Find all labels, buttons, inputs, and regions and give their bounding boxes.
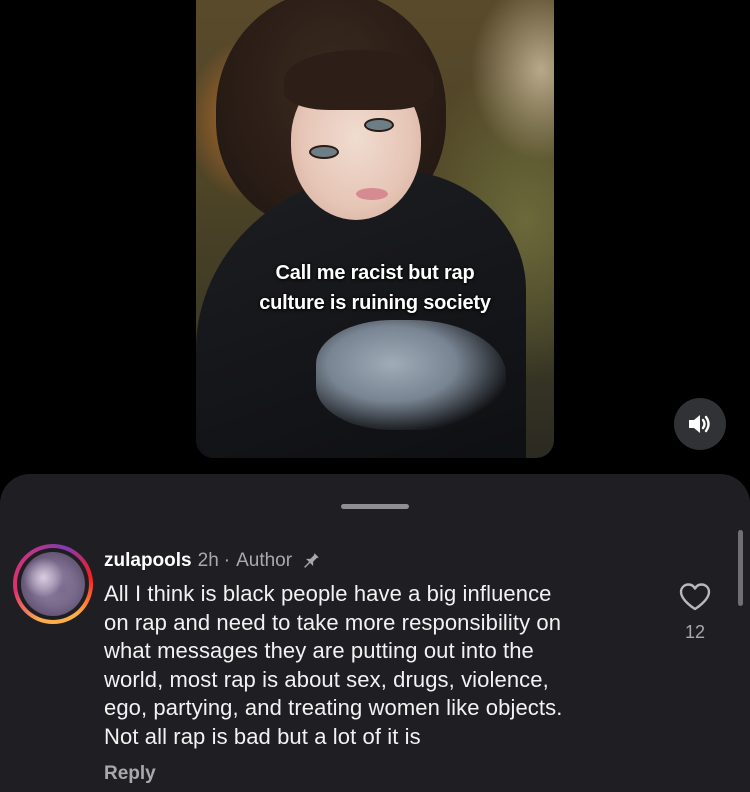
like-control: 12 xyxy=(675,582,715,643)
pin-icon xyxy=(300,550,322,572)
comments-sheet: zulapools 2h · Author All I think is bla… xyxy=(0,474,750,792)
avatar-story-ring[interactable] xyxy=(13,544,93,624)
comment-username[interactable]: zulapools xyxy=(104,548,192,574)
comment-text: All I think is black people have a big i… xyxy=(104,581,563,749)
comment-meta: zulapools 2h · Author xyxy=(104,548,664,574)
comments-scrollbar[interactable] xyxy=(738,530,743,606)
video-frame-left-eye xyxy=(309,145,339,159)
comment-timestamp: 2h xyxy=(197,550,219,571)
video-frame-lips xyxy=(356,188,388,200)
video-caption-line-2: culture is ruining society xyxy=(259,292,491,314)
heart-icon[interactable] xyxy=(678,582,712,612)
speaker-on-icon xyxy=(689,415,710,433)
video-frame-bangs xyxy=(284,50,434,110)
reply-button[interactable]: Reply xyxy=(104,763,664,785)
avatar xyxy=(21,552,85,616)
author-badge: Author xyxy=(236,550,293,571)
video-player[interactable] xyxy=(196,0,554,458)
video-caption: Call me racist but rap culture is ruinin… xyxy=(196,258,554,318)
video-frame-hoodie-print xyxy=(316,320,506,430)
screen: Call me racist but rap culture is ruinin… xyxy=(0,0,750,792)
video-caption-line-1: Call me racist but rap xyxy=(275,262,475,284)
meta-separator: · xyxy=(223,550,231,571)
sound-toggle-button[interactable] xyxy=(674,398,726,450)
like-count: 12 xyxy=(684,622,706,642)
sheet-drag-handle[interactable] xyxy=(341,504,409,509)
video-frame-right-eye xyxy=(364,118,394,132)
comment-item: zulapools 2h · Author All I think is bla… xyxy=(104,548,664,785)
